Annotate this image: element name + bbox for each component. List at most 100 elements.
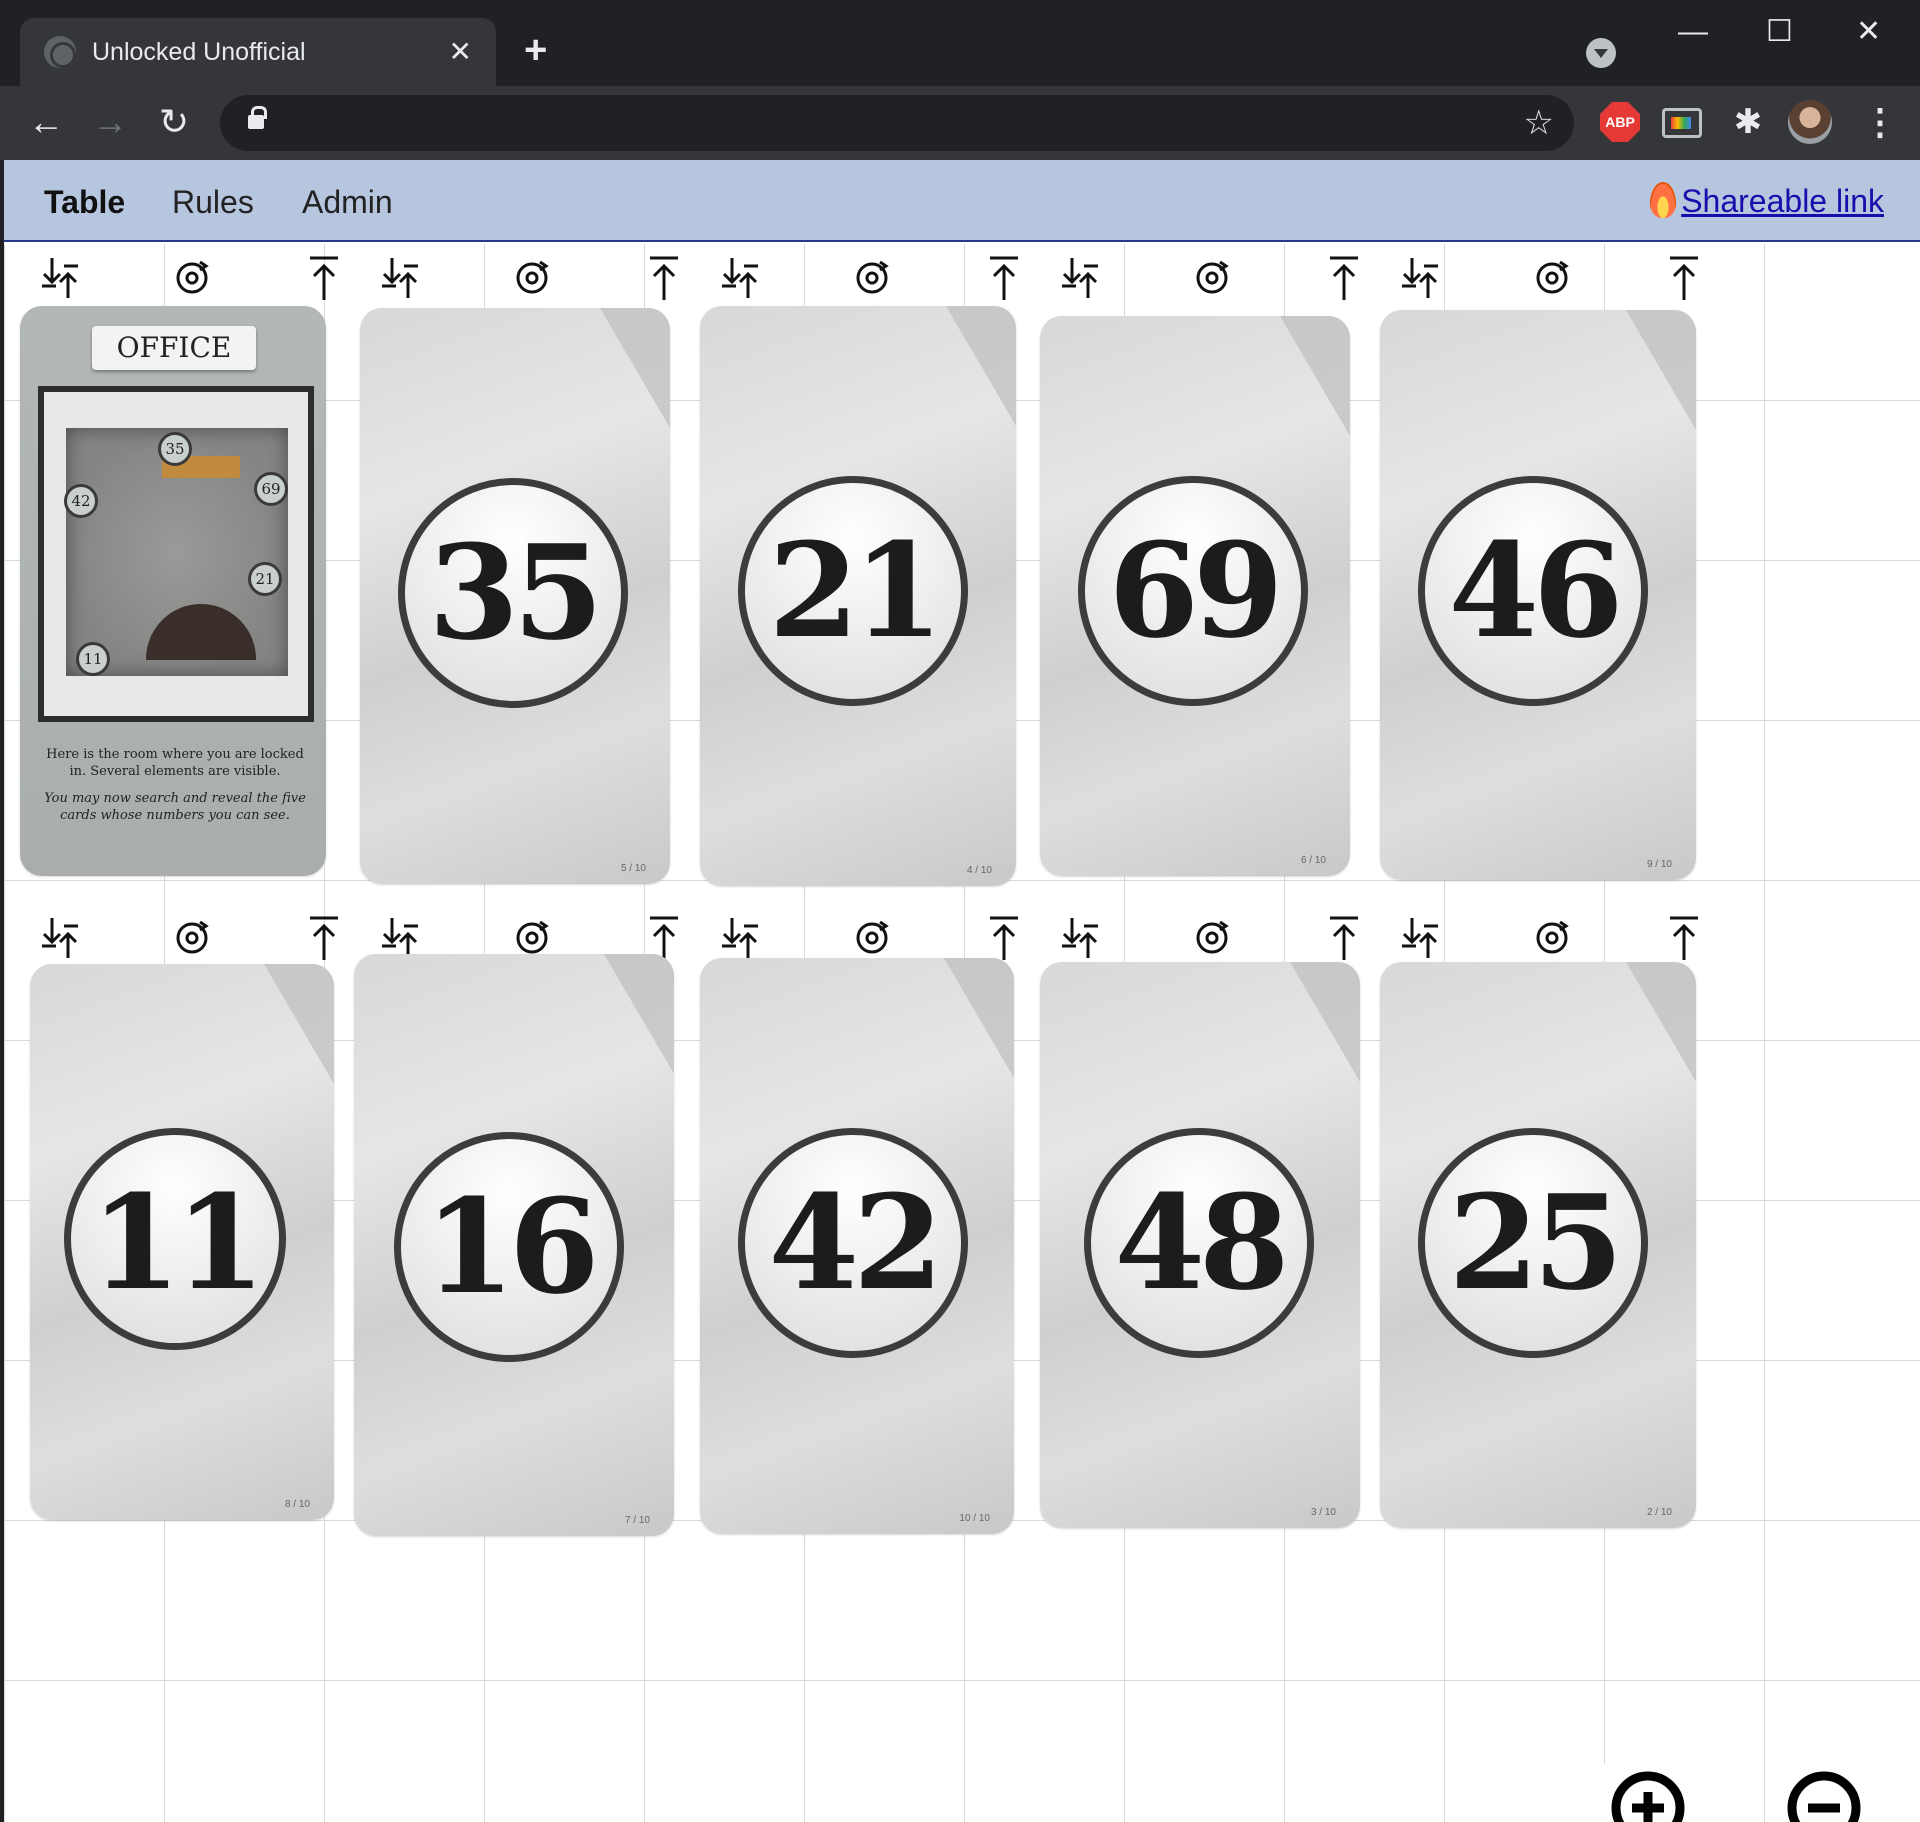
number-card[interactable]: 69 6 / 10 [1040, 316, 1350, 876]
card-index: 6 / 10 [1300, 855, 1326, 866]
card-slot: 35 5 / 10 [360, 254, 680, 884]
card-number: 25 [1448, 1166, 1624, 1319]
card-number: 69 [1108, 514, 1284, 667]
bookmark-star-icon[interactable]: ☆ [1524, 101, 1554, 145]
fire-icon [1650, 182, 1676, 218]
card-index: 9 / 10 [1646, 859, 1672, 870]
maximize-button[interactable]: ☐ [1766, 14, 1793, 50]
card-slot: 11 8 / 10 [20, 914, 340, 1544]
card-number: 35 [428, 516, 604, 669]
rotate-icon[interactable] [850, 254, 894, 302]
address-bar[interactable]: ☆ [220, 95, 1574, 151]
card-slot: 46 9 / 10 [1380, 254, 1700, 884]
flip-icon[interactable] [1058, 254, 1102, 302]
card-slot: OFFICE 35 69 42 21 11 Here is the room w… [20, 254, 340, 884]
move-to-top-icon[interactable] [986, 914, 1022, 962]
card-slot: 42 10 / 10 [700, 914, 1020, 1544]
move-to-top-icon[interactable] [986, 254, 1022, 302]
room-marker: 35 [158, 432, 192, 466]
card-number-badge: 16 [394, 1132, 624, 1362]
browser-tab-bar: Unlocked Unofficial ✕ + — ☐ ✕ [0, 0, 1920, 88]
nav-table[interactable]: Table [44, 182, 125, 222]
rotate-icon[interactable] [1530, 914, 1574, 962]
room-illustration: 35 69 42 21 11 [38, 386, 314, 722]
forward-button[interactable]: → [88, 100, 132, 144]
number-card[interactable]: 48 3 / 10 [1040, 962, 1360, 1528]
flip-icon[interactable] [38, 254, 82, 302]
flip-icon[interactable] [1058, 914, 1102, 962]
back-button[interactable]: ← [24, 100, 68, 144]
move-to-top-icon[interactable] [646, 254, 682, 302]
adblock-extension-icon[interactable]: ABP [1600, 102, 1640, 142]
card-number: 46 [1448, 514, 1624, 667]
card-index: 2 / 10 [1646, 1507, 1672, 1518]
close-window-button[interactable]: ✕ [1856, 14, 1881, 50]
card-index: 10 / 10 [959, 1513, 990, 1524]
card-slot: 16 7 / 10 [354, 914, 680, 1544]
office-card-title: OFFICE [92, 326, 256, 370]
rotate-icon[interactable] [850, 914, 894, 962]
card-number: 42 [768, 1166, 944, 1319]
flip-icon[interactable] [1398, 914, 1442, 962]
minimize-button[interactable]: — [1678, 14, 1708, 50]
profile-avatar[interactable] [1788, 100, 1832, 144]
move-to-top-icon[interactable] [1666, 914, 1702, 962]
page: Table Rules Admin Shareable link OFFICE … [4, 160, 1920, 1822]
new-tab-button[interactable]: + [524, 30, 547, 70]
number-card[interactable]: 25 2 / 10 [1380, 962, 1696, 1528]
flip-icon[interactable] [378, 254, 422, 302]
flip-icon[interactable] [1398, 254, 1442, 302]
card-number-badge: 48 [1084, 1128, 1314, 1358]
rotate-icon[interactable] [170, 914, 214, 962]
browser-menu-icon[interactable]: ⋮ [1860, 102, 1900, 142]
card-number: 21 [768, 514, 944, 667]
card-index: 8 / 10 [284, 1499, 310, 1510]
game-table[interactable]: OFFICE 35 69 42 21 11 Here is the room w… [4, 244, 1920, 1822]
rotate-icon[interactable] [170, 254, 214, 302]
number-card[interactable]: 21 4 / 10 [700, 306, 1016, 886]
rotate-icon[interactable] [1530, 254, 1574, 302]
card-index: 3 / 10 [1310, 1507, 1336, 1518]
rotate-icon[interactable] [1190, 254, 1234, 302]
zoom-out-icon[interactable] [1780, 1764, 1890, 1822]
shareable-link[interactable]: Shareable link [1681, 180, 1884, 222]
card-number-badge: 46 [1418, 476, 1648, 706]
card-slot: 25 2 / 10 [1380, 914, 1700, 1544]
flip-icon[interactable] [38, 914, 82, 962]
move-to-top-icon[interactable] [306, 254, 342, 302]
tab-search-icon[interactable] [1586, 38, 1616, 68]
close-tab-icon[interactable]: ✕ [449, 36, 472, 68]
globe-icon [44, 36, 76, 68]
card-number: 48 [1114, 1166, 1290, 1319]
flip-icon[interactable] [718, 914, 762, 962]
move-to-top-icon[interactable] [1666, 254, 1702, 302]
rotate-icon[interactable] [1190, 914, 1234, 962]
nav-admin[interactable]: Admin [302, 182, 393, 222]
extensions-puzzle-icon[interactable]: ✱ [1728, 102, 1768, 142]
number-card[interactable]: 42 10 / 10 [700, 958, 1014, 1534]
card-number: 16 [424, 1170, 600, 1323]
rotate-icon[interactable] [510, 254, 554, 302]
card-number-badge: 42 [738, 1128, 968, 1358]
zoom-in-icon[interactable] [1604, 1764, 1714, 1822]
card-slot: 69 6 / 10 [1040, 254, 1360, 884]
nav-rules[interactable]: Rules [172, 182, 254, 222]
lock-icon[interactable] [248, 106, 267, 129]
card-slot: 48 3 / 10 [1040, 914, 1360, 1544]
room-marker: 21 [248, 562, 282, 596]
number-card[interactable]: 35 5 / 10 [360, 308, 670, 884]
move-to-top-icon[interactable] [306, 914, 342, 962]
number-card[interactable]: 46 9 / 10 [1380, 310, 1696, 880]
reload-button[interactable]: ↻ [152, 100, 196, 144]
move-to-top-icon[interactable] [1326, 914, 1362, 962]
office-card[interactable]: OFFICE 35 69 42 21 11 Here is the room w… [20, 306, 326, 876]
room-marker: 42 [64, 484, 98, 518]
extension-icon[interactable] [1662, 108, 1702, 138]
browser-tab[interactable]: Unlocked Unofficial ✕ [20, 18, 496, 88]
card-number-badge: 11 [64, 1128, 286, 1350]
number-card[interactable]: 11 8 / 10 [30, 964, 334, 1520]
number-card[interactable]: 16 7 / 10 [354, 954, 674, 1536]
card-number: 11 [90, 1166, 266, 1319]
flip-icon[interactable] [718, 254, 762, 302]
move-to-top-icon[interactable] [1326, 254, 1362, 302]
